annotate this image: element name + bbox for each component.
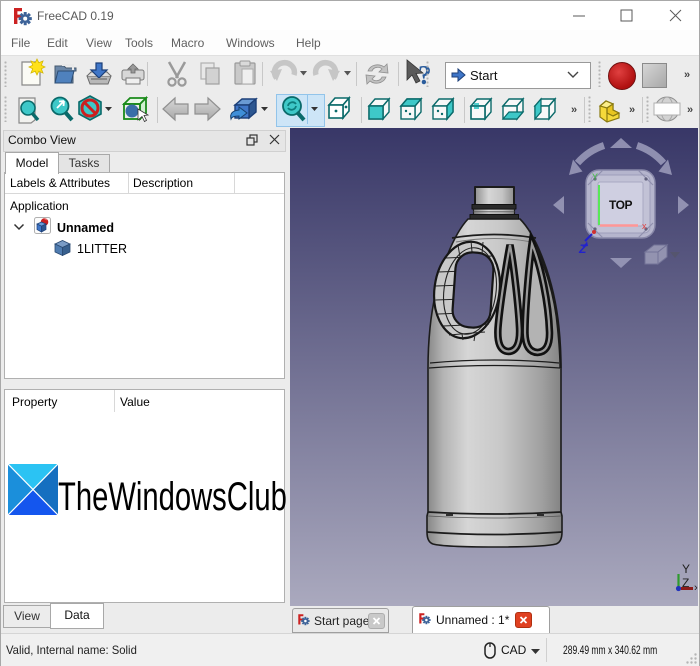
svg-text:Z: Z: [578, 242, 587, 256]
svg-text:x: x: [642, 221, 647, 231]
svg-text:Y: Y: [592, 172, 598, 182]
svg-text:›: ›: [694, 582, 698, 594]
svg-text:TOP: TOP: [609, 198, 632, 212]
svg-text:Y: Y: [682, 562, 690, 576]
svg-text:Z: Z: [682, 576, 689, 590]
